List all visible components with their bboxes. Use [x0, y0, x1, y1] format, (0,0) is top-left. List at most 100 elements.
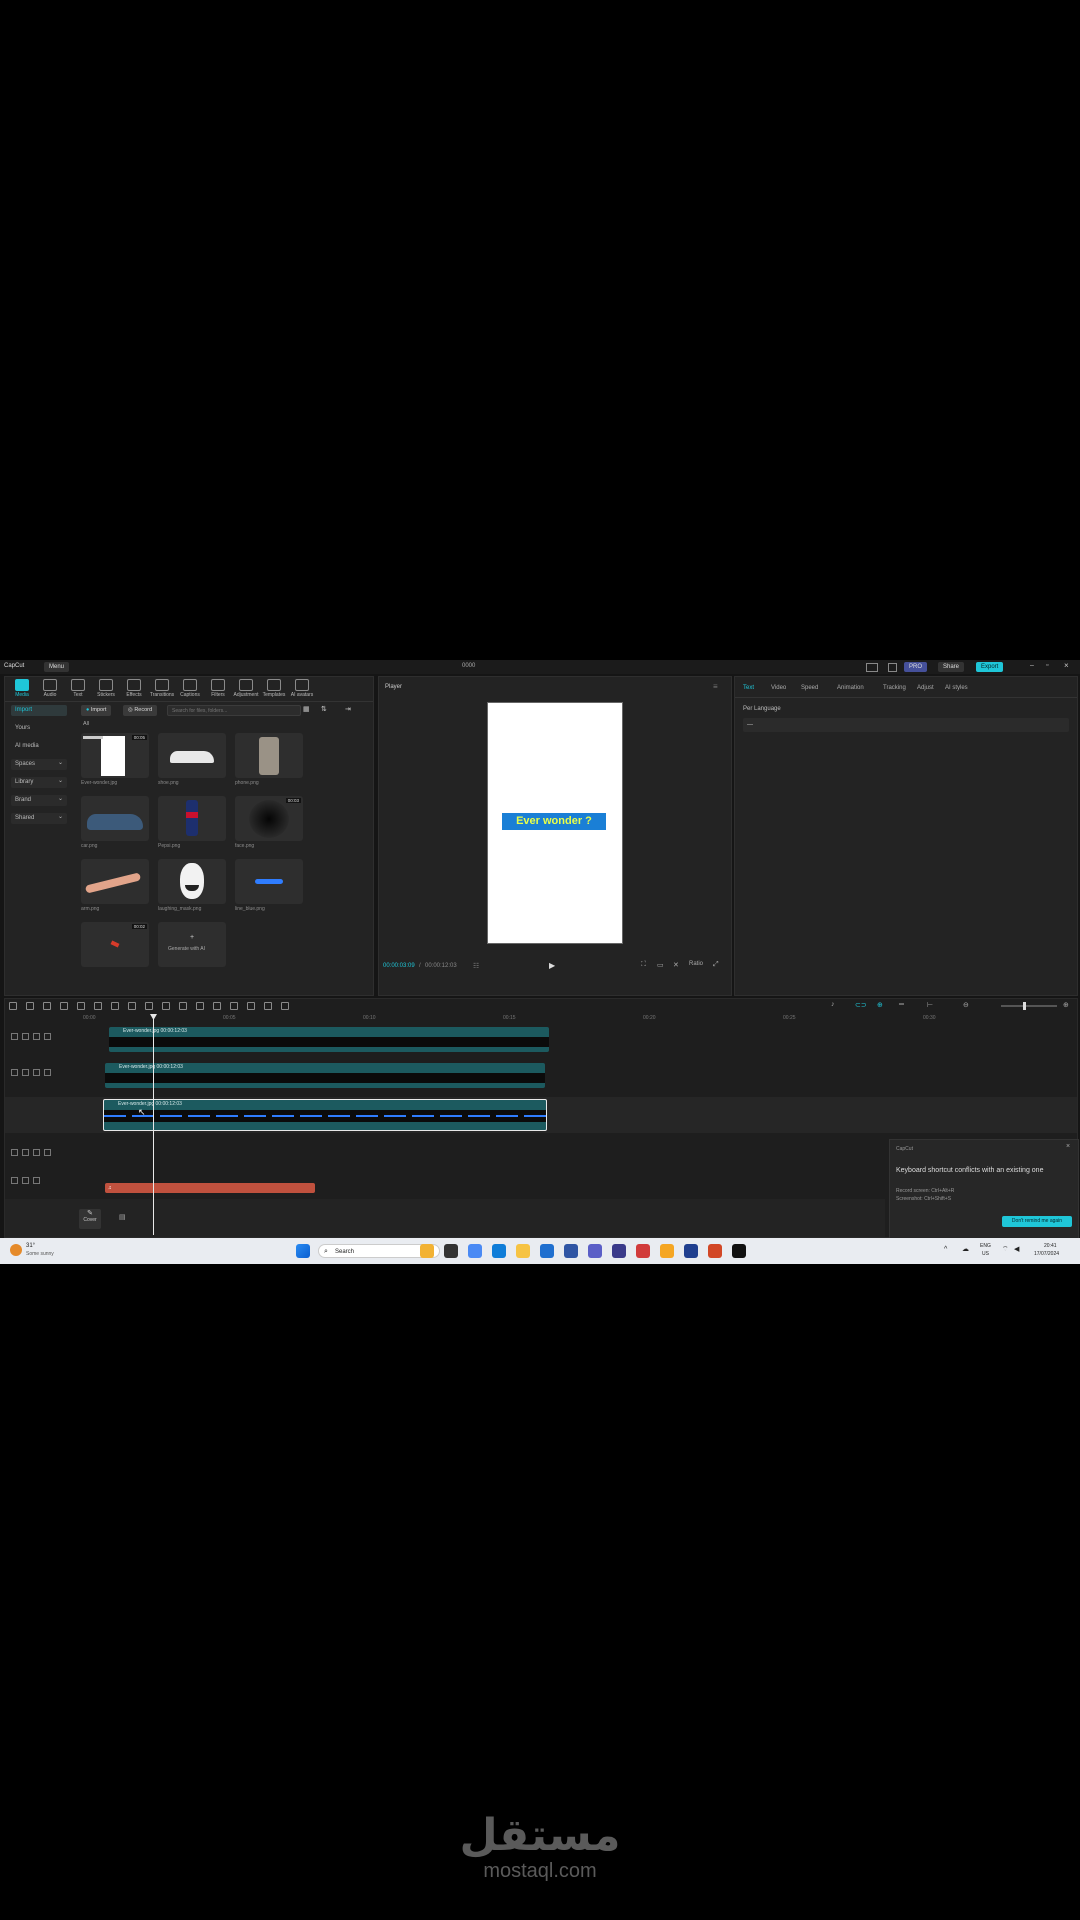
tool-stickers[interactable]: Stickers — [93, 679, 119, 698]
speed-icon[interactable] — [196, 1002, 204, 1010]
mic-icon[interactable]: ♪ — [831, 1001, 835, 1008]
tab-tracking[interactable]: Tracking — [883, 685, 906, 691]
sidebar-item-brand[interactable]: Brand ⌄ — [11, 795, 67, 806]
language-indicator[interactable]: ENG — [980, 1243, 991, 1249]
zoom-slider-handle[interactable] — [1023, 1002, 1026, 1010]
menu-button[interactable]: Menu — [44, 662, 70, 672]
track-lock-icon[interactable] — [11, 1177, 18, 1184]
taskbar-app-icon[interactable] — [564, 1244, 578, 1258]
sidebar-item-spaces[interactable]: Spaces ⌄ — [11, 759, 67, 770]
media-thumbnail[interactable] — [235, 859, 303, 904]
media-thumbnail[interactable] — [158, 859, 226, 904]
record-button[interactable]: ◎ Record — [123, 705, 158, 716]
media-thumbnail[interactable] — [81, 796, 149, 841]
zoom-in-icon[interactable]: ⊕ — [1063, 1001, 1069, 1009]
dont-remind-button[interactable]: Don't remind me again — [1002, 1216, 1072, 1227]
media-thumbnail[interactable] — [81, 859, 149, 904]
chevron-up-icon[interactable]: ^ — [944, 1246, 947, 1253]
track-eye-icon[interactable] — [22, 1069, 29, 1076]
taskbar-app-icon[interactable] — [660, 1244, 674, 1258]
media-thumbnail[interactable]: 00:02 — [81, 922, 149, 967]
track-audio-icon[interactable] — [33, 1033, 40, 1040]
maximize-icon[interactable]: ▫ — [1046, 662, 1048, 669]
project-name[interactable]: 0000 — [462, 663, 475, 669]
trim-right-icon[interactable] — [111, 1002, 119, 1010]
taskbar-app-icon[interactable] — [540, 1244, 554, 1258]
tool-media[interactable]: Media — [9, 679, 35, 698]
tool-captions[interactable]: Captions — [177, 679, 203, 698]
sidebar-item-shared[interactable]: Shared ⌄ — [11, 813, 67, 824]
start-icon[interactable] — [296, 1244, 310, 1258]
sidebar-item-import[interactable]: Import — [11, 705, 67, 716]
taskbar-app-icon[interactable] — [516, 1244, 530, 1258]
cover-button[interactable]: ✎ Cover — [79, 1209, 101, 1229]
filter-icon[interactable]: ⇥ — [345, 705, 351, 713]
link-icon[interactable]: ⊕ — [877, 1001, 883, 1009]
tab-animation[interactable]: Animation — [837, 685, 864, 691]
split-icon[interactable]: ⊢ — [927, 1001, 933, 1009]
taskbar-app-icon[interactable] — [492, 1244, 506, 1258]
video-preview[interactable]: Ever wonder ? — [487, 702, 623, 944]
clock-time[interactable]: 20:41 — [1044, 1243, 1057, 1249]
preview-axis-icon[interactable]: ═ — [899, 1001, 904, 1008]
wifi-icon[interactable]: ⌔ — [1002, 1245, 1009, 1254]
taskbar-app-icon[interactable] — [732, 1244, 746, 1258]
notification-close-icon[interactable]: × — [1066, 1143, 1070, 1150]
tab-text[interactable]: Text — [743, 685, 754, 691]
track-more-icon[interactable] — [44, 1033, 51, 1040]
track-lock-icon[interactable] — [11, 1149, 18, 1156]
track-lock-icon[interactable] — [11, 1033, 18, 1040]
layout-icon[interactable] — [866, 663, 878, 672]
export-button[interactable]: Export — [976, 662, 1004, 672]
track-eye-icon[interactable] — [22, 1149, 29, 1156]
fade-icon[interactable] — [213, 1002, 221, 1010]
mirror-icon[interactable] — [145, 1002, 153, 1010]
tab-speed[interactable]: Speed — [801, 685, 818, 691]
taskbar-app-icon[interactable] — [444, 1244, 458, 1258]
keyframe-icon[interactable] — [247, 1002, 255, 1010]
crop-icon[interactable] — [179, 1002, 187, 1010]
track-lock-icon[interactable] — [11, 1069, 18, 1076]
share-button[interactable]: Share — [938, 662, 965, 672]
ratio-button[interactable]: Ratio — [689, 961, 703, 967]
close-icon[interactable]: × — [1064, 661, 1069, 670]
import-button[interactable]: ● Import — [81, 705, 112, 716]
taskbar-app-icon[interactable] — [420, 1244, 434, 1258]
video-track-clip[interactable]: Ever-wonder.jpg 00:00:12:03 — [109, 1027, 549, 1052]
sidebar-item-library[interactable]: Library ⌄ — [11, 777, 67, 788]
expand-icon[interactable]: ✕ — [673, 961, 679, 969]
sort-icon[interactable]: ⇅ — [321, 705, 327, 713]
zoom-slider[interactable] — [1001, 1002, 1057, 1010]
media-thumbnail[interactable] — [158, 733, 226, 778]
track-audio-icon[interactable] — [33, 1149, 40, 1156]
selected-video-clip[interactable]: Ever-wonder.jpg 00:00:12:03 — [103, 1099, 547, 1131]
marker-icon[interactable] — [230, 1002, 238, 1010]
fullscreen-icon[interactable]: ⤢ — [713, 961, 719, 969]
preview-caption[interactable]: Ever wonder ? — [502, 813, 606, 830]
onedrive-icon[interactable]: ☁ — [962, 1245, 969, 1253]
taskbar-app-icon[interactable] — [468, 1244, 482, 1258]
taskbar-app-icon[interactable] — [612, 1244, 626, 1258]
media-search-input[interactable] — [167, 705, 301, 716]
media-thumbnail[interactable]: + Generate with AI — [158, 922, 226, 967]
media-thumbnail[interactable] — [235, 733, 303, 778]
fullscreen-guide-icon[interactable]: ⛶ — [641, 961, 646, 969]
audio-clip[interactable]: ♫ — [105, 1183, 315, 1193]
track-eye-icon[interactable] — [22, 1033, 29, 1040]
redo-icon[interactable] — [43, 1002, 51, 1010]
play-icon[interactable]: ▶ — [549, 961, 555, 970]
tab-video[interactable]: Video — [771, 685, 786, 691]
sidebar-item-ai-media[interactable]: AI media — [11, 741, 67, 752]
track-audio-icon[interactable] — [33, 1069, 40, 1076]
tool-adjustment[interactable]: Adjustment — [233, 679, 259, 698]
tab-ai-styles[interactable]: AI styles — [945, 685, 968, 691]
rotate-icon[interactable] — [162, 1002, 170, 1010]
track-eye-icon[interactable] — [22, 1177, 29, 1184]
taskbar-app-icon[interactable] — [708, 1244, 722, 1258]
tool-ai-avatars[interactable]: AI avatars — [289, 679, 315, 698]
player-menu-icon[interactable]: ≡ — [713, 682, 718, 691]
media-thumbnail[interactable]: 00:05 — [81, 733, 149, 778]
split-icon[interactable] — [60, 1002, 68, 1010]
track-more-icon[interactable] — [44, 1069, 51, 1076]
shortcut-icon[interactable] — [888, 663, 897, 672]
